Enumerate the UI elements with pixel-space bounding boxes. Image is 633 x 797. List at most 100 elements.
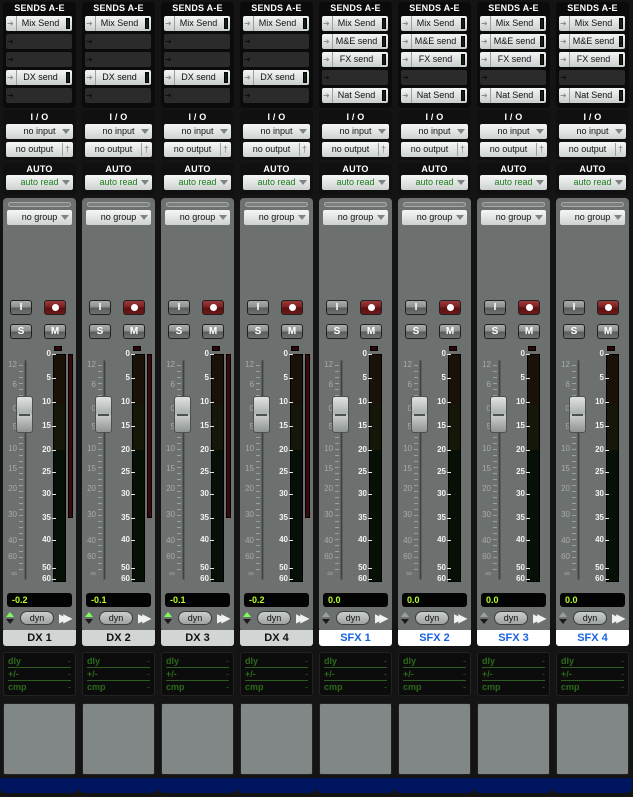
mute-button[interactable]: M: [281, 324, 303, 339]
volume-fader-handle[interactable]: [411, 396, 428, 433]
input-monitor-button[interactable]: I: [10, 300, 32, 315]
fast-forward-icon[interactable]: ▶▶: [138, 612, 152, 624]
send-slot[interactable]: ➜ DX send: [85, 70, 151, 85]
volume-readout[interactable]: 0.0: [481, 593, 546, 607]
solo-button[interactable]: S: [563, 324, 585, 339]
group-selector[interactable]: no group: [402, 210, 467, 225]
clip-indicator[interactable]: [212, 346, 220, 351]
automation-mode-selector[interactable]: auto read: [164, 175, 231, 190]
solo-button[interactable]: S: [405, 324, 427, 339]
volume-fader-handle[interactable]: [174, 396, 191, 433]
record-arm-button[interactable]: [202, 300, 224, 315]
dyn-button[interactable]: dyn: [20, 611, 54, 625]
output-selector[interactable]: no output †: [322, 142, 389, 157]
dyn-button[interactable]: dyn: [573, 611, 607, 625]
track-height-toggle[interactable]: [243, 612, 252, 624]
input-selector[interactable]: no input: [401, 124, 468, 139]
clip-indicator[interactable]: [370, 346, 378, 351]
track-name[interactable]: SFX 3: [477, 630, 550, 646]
record-arm-button[interactable]: [123, 300, 145, 315]
send-slot[interactable]: ➜ FX send: [480, 52, 546, 67]
dyn-button[interactable]: dyn: [99, 611, 133, 625]
fader-track[interactable]: [340, 360, 343, 580]
automation-mode-selector[interactable]: auto read: [6, 175, 73, 190]
track-name[interactable]: DX 3: [161, 630, 234, 646]
send-slot[interactable]: ➜ Mix Send: [322, 16, 388, 31]
send-slot[interactable]: ➜ M&E send: [559, 34, 625, 49]
track-name[interactable]: SFX 1: [319, 630, 392, 646]
input-monitor-button[interactable]: I: [89, 300, 111, 315]
track-height-toggle[interactable]: [322, 612, 331, 624]
group-selector[interactable]: no group: [481, 210, 546, 225]
dyn-button[interactable]: dyn: [415, 611, 449, 625]
automation-mode-selector[interactable]: auto read: [85, 175, 152, 190]
group-selector[interactable]: no group: [560, 210, 625, 225]
automation-mode-selector[interactable]: auto read: [322, 175, 389, 190]
send-slot[interactable]: ➜: [85, 88, 151, 103]
input-selector[interactable]: no input: [85, 124, 152, 139]
input-selector[interactable]: no input: [6, 124, 73, 139]
send-slot[interactable]: ➜ M&E send: [480, 34, 546, 49]
record-arm-button[interactable]: [281, 300, 303, 315]
send-slot[interactable]: ➜: [6, 34, 72, 49]
send-slot[interactable]: ➜ Mix Send: [164, 16, 230, 31]
mute-button[interactable]: M: [597, 324, 619, 339]
output-selector[interactable]: no output †: [164, 142, 231, 157]
solo-button[interactable]: S: [89, 324, 111, 339]
volume-readout[interactable]: -0.2: [7, 593, 72, 607]
track-name[interactable]: SFX 4: [556, 630, 629, 646]
output-selector[interactable]: no output †: [243, 142, 310, 157]
solo-button[interactable]: S: [10, 324, 32, 339]
mute-button[interactable]: M: [123, 324, 145, 339]
send-slot[interactable]: ➜ M&E send: [401, 34, 467, 49]
fader-track[interactable]: [577, 360, 580, 580]
send-slot[interactable]: ➜ Nat Send: [480, 88, 546, 103]
send-slot[interactable]: ➜: [559, 70, 625, 85]
mute-button[interactable]: M: [44, 324, 66, 339]
notes-area[interactable]: [82, 703, 155, 775]
volume-fader-handle[interactable]: [490, 396, 507, 433]
notes-area[interactable]: [240, 703, 313, 775]
volume-fader-handle[interactable]: [16, 396, 33, 433]
track-height-toggle[interactable]: [401, 612, 410, 624]
send-slot[interactable]: ➜: [6, 88, 72, 103]
send-slot[interactable]: ➜: [164, 88, 230, 103]
fader-track[interactable]: [24, 360, 27, 580]
input-selector[interactable]: no input: [559, 124, 626, 139]
input-selector[interactable]: no input: [164, 124, 231, 139]
input-monitor-button[interactable]: I: [247, 300, 269, 315]
dyn-button[interactable]: dyn: [178, 611, 212, 625]
send-slot[interactable]: ➜ Mix Send: [480, 16, 546, 31]
send-slot[interactable]: ➜ Mix Send: [243, 16, 309, 31]
group-selector[interactable]: no group: [323, 210, 388, 225]
dyn-button[interactable]: dyn: [336, 611, 370, 625]
clip-indicator[interactable]: [54, 346, 62, 351]
automation-mode-selector[interactable]: auto read: [243, 175, 310, 190]
track-name[interactable]: DX 2: [82, 630, 155, 646]
send-slot[interactable]: ➜ Mix Send: [559, 16, 625, 31]
dyn-button[interactable]: dyn: [494, 611, 528, 625]
fader-track[interactable]: [261, 360, 264, 580]
record-arm-button[interactable]: [597, 300, 619, 315]
fast-forward-icon[interactable]: ▶▶: [375, 612, 389, 624]
fader-track[interactable]: [182, 360, 185, 580]
solo-button[interactable]: S: [484, 324, 506, 339]
fast-forward-icon[interactable]: ▶▶: [454, 612, 468, 624]
input-selector[interactable]: no input: [322, 124, 389, 139]
send-slot[interactable]: ➜ FX send: [559, 52, 625, 67]
record-arm-button[interactable]: [360, 300, 382, 315]
input-selector[interactable]: no input: [480, 124, 547, 139]
send-slot[interactable]: ➜ DX send: [164, 70, 230, 85]
track-height-toggle[interactable]: [480, 612, 489, 624]
fast-forward-icon[interactable]: ▶▶: [59, 612, 73, 624]
clip-indicator[interactable]: [133, 346, 141, 351]
input-monitor-button[interactable]: I: [563, 300, 585, 315]
volume-fader-handle[interactable]: [569, 396, 586, 433]
notes-area[interactable]: [161, 703, 234, 775]
volume-fader-handle[interactable]: [95, 396, 112, 433]
volume-readout[interactable]: -0.2: [244, 593, 309, 607]
volume-readout[interactable]: 0.0: [402, 593, 467, 607]
notes-area[interactable]: [319, 703, 392, 775]
volume-readout[interactable]: -0.1: [86, 593, 151, 607]
send-slot[interactable]: ➜: [164, 34, 230, 49]
